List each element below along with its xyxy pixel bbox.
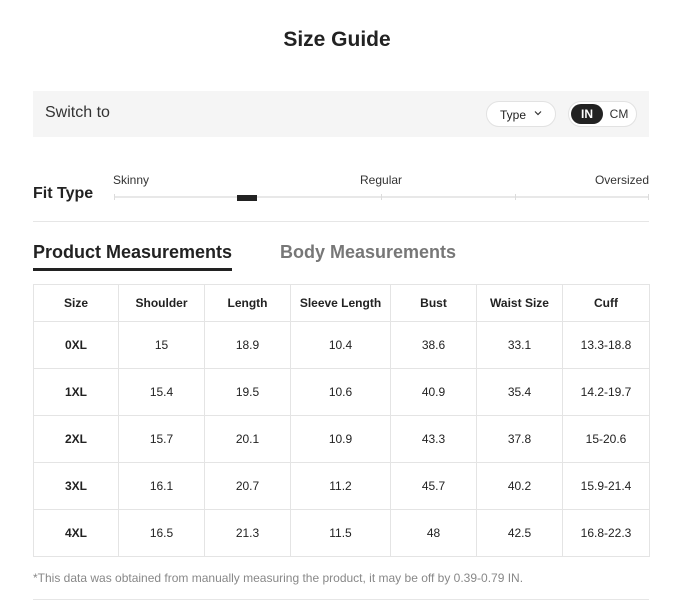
bust-cell: 45.7 xyxy=(390,462,477,510)
sleeve-length-cell: 11.5 xyxy=(290,509,391,557)
column-header-shoulder: Shoulder xyxy=(118,284,205,322)
table-header-row: Size Shoulder Length Sleeve Length Bust … xyxy=(33,284,650,322)
shoulder-cell: 15 xyxy=(118,321,205,369)
table-row: 0XL 15 18.9 10.4 38.6 33.1 13.3-18.8 xyxy=(33,321,650,369)
length-cell: 20.1 xyxy=(204,415,291,463)
cuff-cell: 15-20.6 xyxy=(562,415,650,463)
cuff-cell: 16.8-22.3 xyxy=(562,509,650,557)
measurements-table: Size Shoulder Length Sleeve Length Bust … xyxy=(33,284,650,557)
sleeve-length-cell: 10.9 xyxy=(290,415,391,463)
chevron-down-icon xyxy=(534,111,542,116)
unit-in-option[interactable]: IN xyxy=(571,104,603,124)
column-header-waist-size: Waist Size xyxy=(476,284,563,322)
size-cell: 4XL xyxy=(33,509,119,557)
unit-toggle: IN CM xyxy=(568,101,637,127)
shoulder-cell: 16.1 xyxy=(118,462,205,510)
length-cell: 21.3 xyxy=(204,509,291,557)
shoulder-cell: 15.4 xyxy=(118,368,205,416)
column-header-bust: Bust xyxy=(390,284,477,322)
bust-cell: 40.9 xyxy=(390,368,477,416)
cuff-cell: 15.9-21.4 xyxy=(562,462,650,510)
fit-option-skinny: Skinny xyxy=(113,173,150,187)
type-dropdown[interactable]: Type xyxy=(486,101,556,127)
type-dropdown-label: Type xyxy=(500,108,527,122)
unit-cm-option[interactable]: CM xyxy=(603,104,635,124)
sleeve-length-cell: 10.4 xyxy=(290,321,391,369)
fit-scale-tick xyxy=(381,194,382,200)
fit-scale-marker xyxy=(237,195,257,201)
shoulder-cell: 16.5 xyxy=(118,509,205,557)
cuff-cell: 13.3-18.8 xyxy=(562,321,650,369)
tab-product-measurements[interactable]: Product Measurements xyxy=(33,242,233,271)
waist-size-cell: 40.2 xyxy=(476,462,563,510)
sleeve-length-cell: 11.2 xyxy=(290,462,391,510)
measurement-disclaimer: *This data was obtained from manually me… xyxy=(33,571,524,585)
fit-option-regular: Regular xyxy=(360,173,403,187)
page-title: Size Guide xyxy=(283,28,391,51)
sleeve-length-cell: 10.6 xyxy=(290,368,391,416)
table-row: 3XL 16.1 20.7 11.2 45.7 40.2 15.9-21.4 xyxy=(33,462,650,510)
shoulder-cell: 15.7 xyxy=(118,415,205,463)
table-row: 1XL 15.4 19.5 10.6 40.9 35.4 14.2-19.7 xyxy=(33,368,650,416)
switch-bar: Switch to Type IN CM xyxy=(33,91,649,137)
table-row: 2XL 15.7 20.1 10.9 43.3 37.8 15-20.6 xyxy=(33,415,650,463)
size-cell: 1XL xyxy=(33,368,119,416)
length-cell: 20.7 xyxy=(204,462,291,510)
column-header-length: Length xyxy=(204,284,291,322)
column-header-size: Size xyxy=(33,284,119,322)
bust-cell: 48 xyxy=(390,509,477,557)
tab-body-measurements[interactable]: Body Measurements xyxy=(280,242,456,263)
bust-cell: 43.3 xyxy=(390,415,477,463)
bust-cell: 38.6 xyxy=(390,321,477,369)
divider xyxy=(33,221,649,222)
size-cell: 2XL xyxy=(33,415,119,463)
fit-option-oversized: Oversized xyxy=(594,173,649,187)
waist-size-cell: 35.4 xyxy=(476,368,563,416)
length-cell: 19.5 xyxy=(204,368,291,416)
size-cell: 0XL xyxy=(33,321,119,369)
size-cell: 3XL xyxy=(33,462,119,510)
waist-size-cell: 37.8 xyxy=(476,415,563,463)
column-header-cuff: Cuff xyxy=(562,284,650,322)
fit-scale-tick xyxy=(515,194,516,200)
fit-scale-tick xyxy=(114,194,115,200)
divider xyxy=(33,599,649,600)
waist-size-cell: 33.1 xyxy=(476,321,563,369)
fit-scale-tick xyxy=(648,194,649,200)
cuff-cell: 14.2-19.7 xyxy=(562,368,650,416)
table-row: 4XL 16.5 21.3 11.5 48 42.5 16.8-22.3 xyxy=(33,509,650,557)
switch-label: Switch to xyxy=(45,104,110,121)
waist-size-cell: 42.5 xyxy=(476,509,563,557)
column-header-sleeve-length: Sleeve Length xyxy=(290,284,391,322)
fit-type-label: Fit Type xyxy=(33,185,94,202)
length-cell: 18.9 xyxy=(204,321,291,369)
